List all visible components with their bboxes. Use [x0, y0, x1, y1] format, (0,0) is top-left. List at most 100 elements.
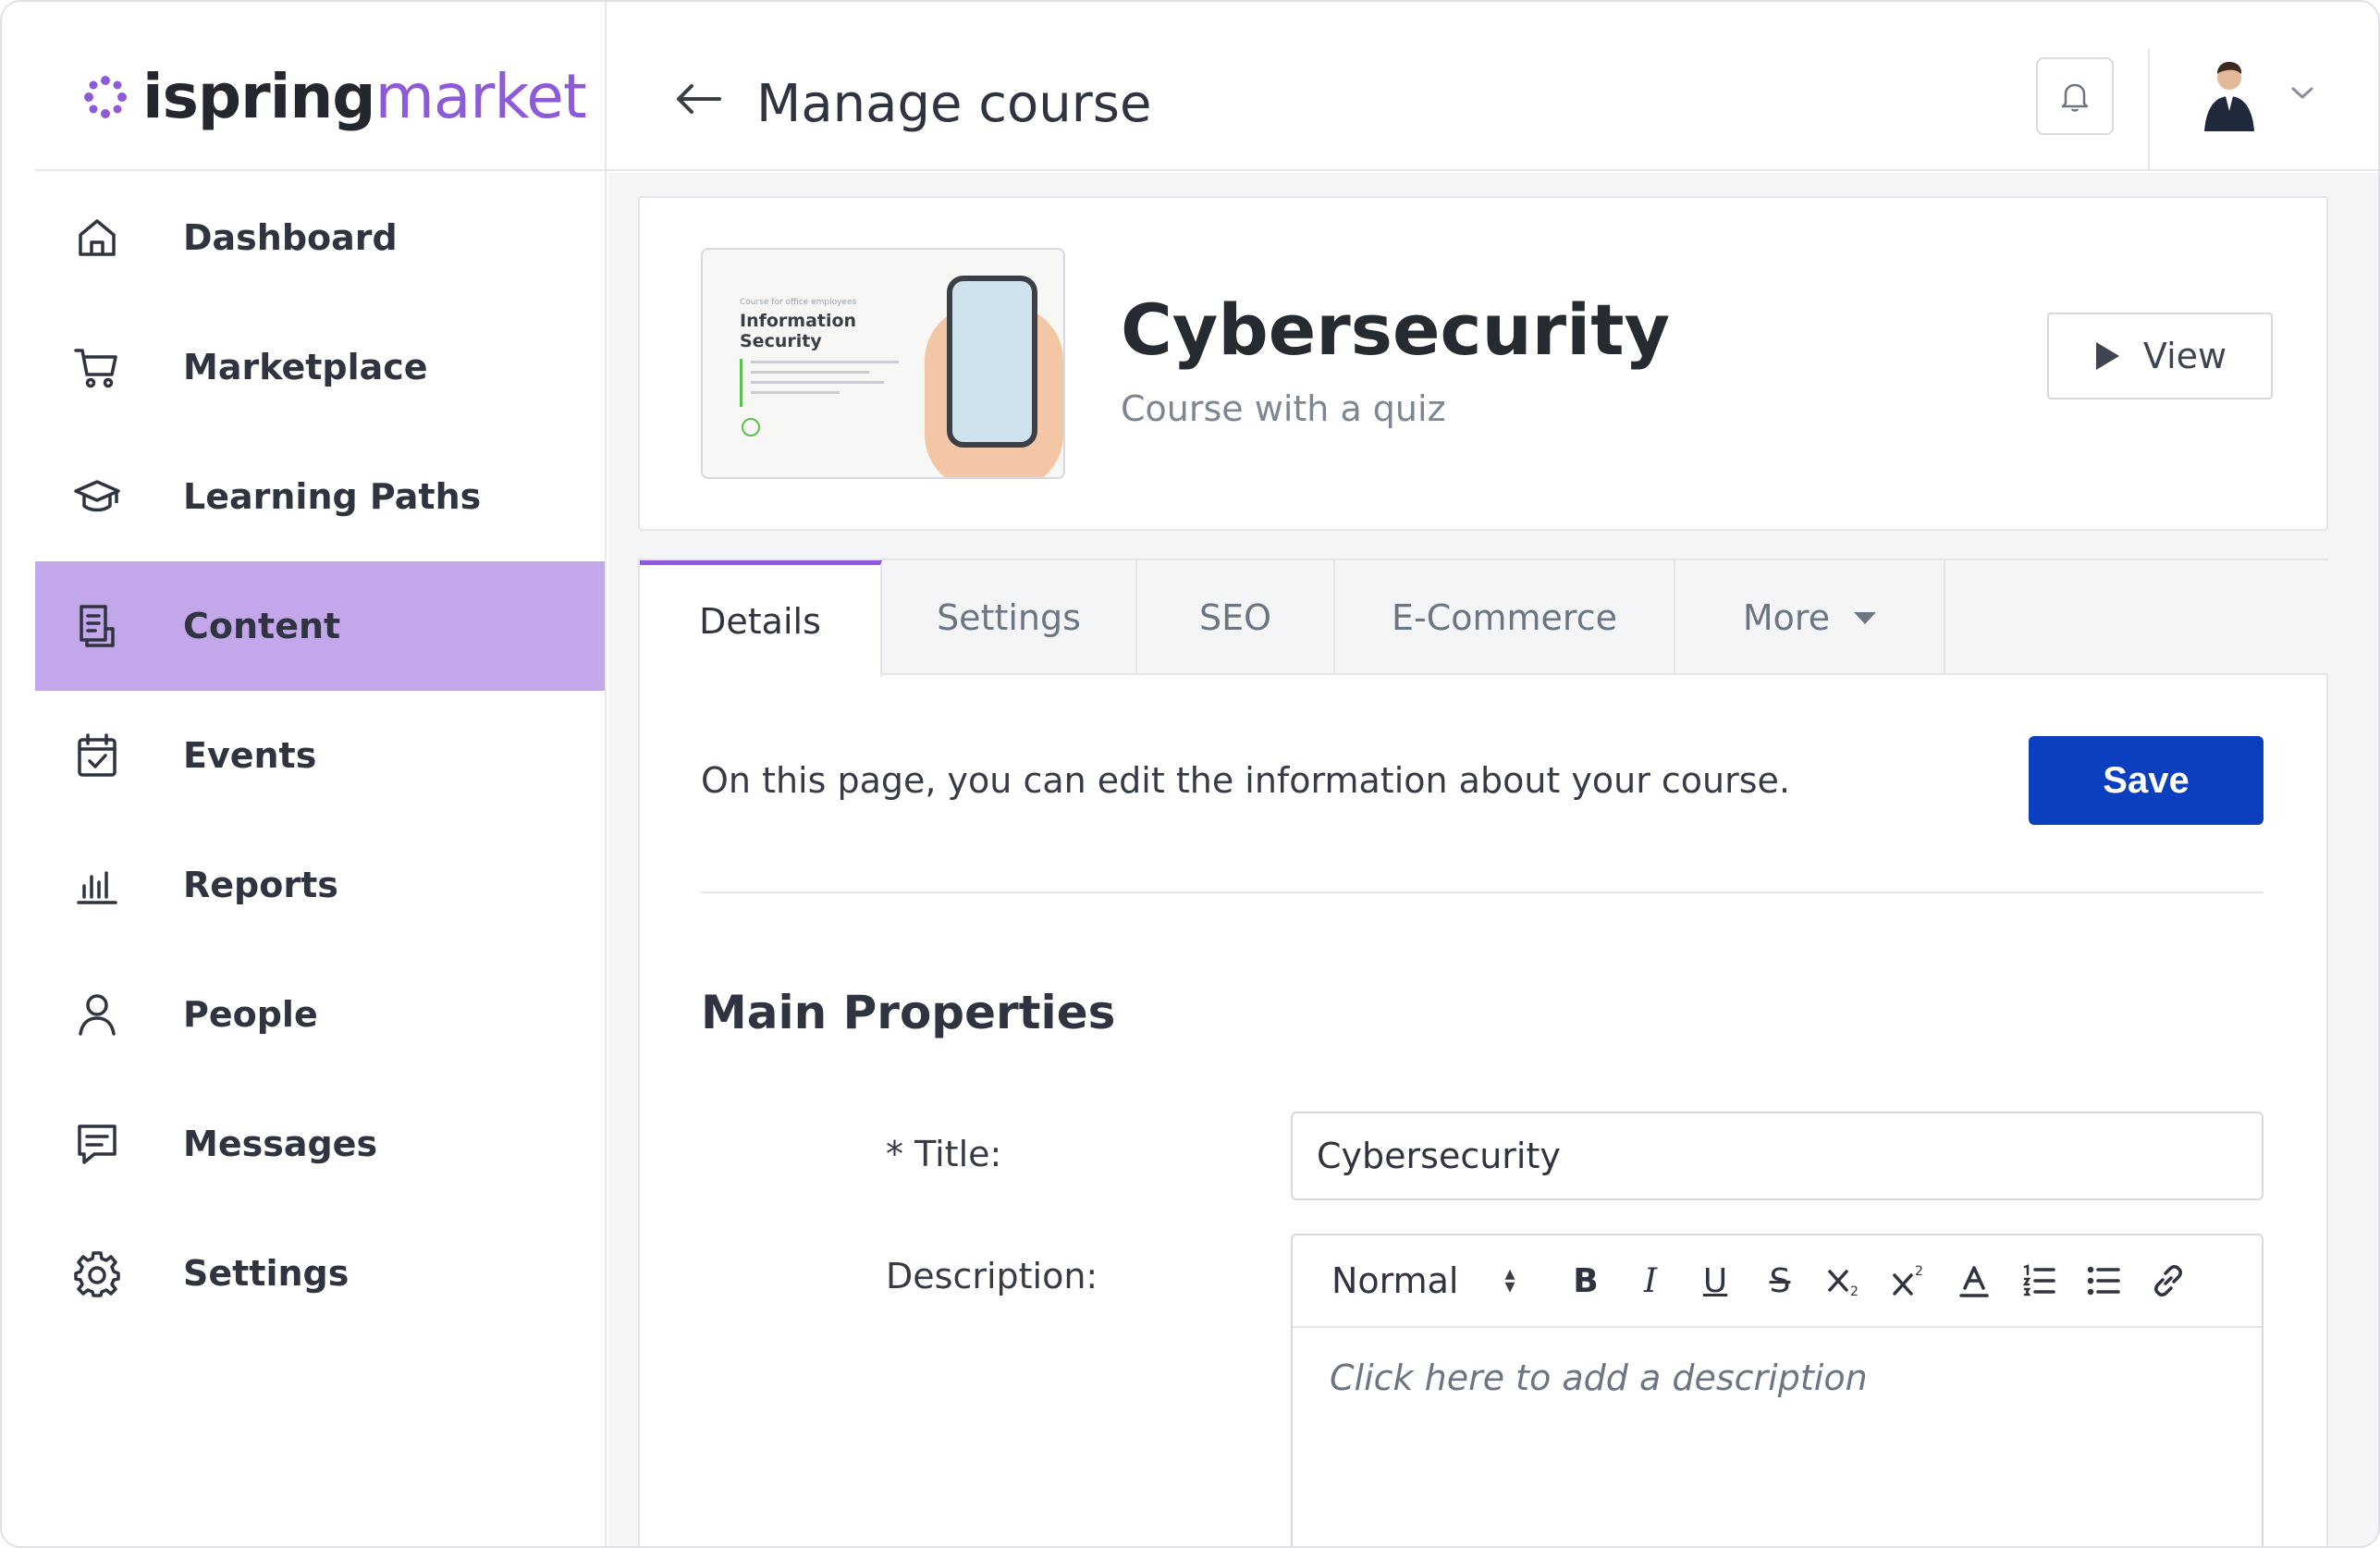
superscript-button[interactable]: 2 [1877, 1253, 1942, 1308]
text-color-button[interactable] [1942, 1253, 2006, 1308]
sidebar-item-label: Dashboard [183, 217, 398, 258]
underline-button[interactable]: U [1683, 1253, 1748, 1308]
tab-label: Settings [937, 597, 1081, 638]
bell-icon [2061, 83, 2089, 112]
sidebar-item-marketplace[interactable]: Marketplace [35, 302, 605, 432]
logo[interactable]: ispringmarket [80, 55, 587, 139]
graduation-cap-icon [72, 472, 122, 522]
sidebar-item-reports[interactable]: Reports [35, 820, 605, 950]
tab-label: Details [699, 600, 821, 642]
text-color-icon [1959, 1266, 1989, 1297]
sidebar-item-settings[interactable]: Settings [35, 1209, 605, 1338]
page-title: Manage course [756, 74, 1152, 134]
sidebar-item-label: Learning Paths [183, 476, 482, 517]
tab-label: More [1742, 597, 1831, 638]
calendar-check-icon [72, 731, 122, 780]
sort-arrows-icon: ▴ ▾ [1504, 1262, 1515, 1298]
italic-icon: I [1643, 1261, 1658, 1300]
caret-down-icon [1854, 611, 1877, 624]
sidebar-item-events[interactable]: Events [35, 691, 605, 820]
details-panel: Details Settings SEO E-Commerce More On … [638, 559, 2328, 1546]
thumbnail-accent [740, 359, 742, 407]
sidebar-item-people[interactable]: People [35, 950, 605, 1079]
gear-icon [72, 1248, 122, 1298]
svg-text:2: 2 [1850, 1284, 1859, 1299]
sidebar-item-content[interactable]: Content [35, 561, 605, 691]
person-icon [72, 989, 122, 1039]
bar-chart-icon [72, 860, 122, 910]
sidebar-item-learning-paths[interactable]: Learning Paths [35, 432, 605, 561]
description-editor: Normal ▴ ▾ B I U S 2 2 Click here to add… [1291, 1234, 2263, 1546]
course-thumbnail[interactable]: Course for office employees Information … [701, 248, 1065, 479]
back-arrow-icon[interactable] [673, 76, 725, 122]
chevron-down-icon [2291, 87, 2313, 99]
bold-icon: B [1573, 1261, 1599, 1300]
title-label: * Title: [886, 1134, 1002, 1174]
ispring-flower-icon [84, 76, 127, 118]
message-icon [72, 1119, 122, 1169]
bullet-list-button[interactable] [2071, 1253, 2136, 1308]
thumbnail-caption: Course for office employees [740, 298, 857, 307]
sidebar-item-dashboard[interactable]: Dashboard [35, 173, 605, 302]
tab-bar: Details Settings SEO E-Commerce More [640, 560, 2328, 677]
link-icon [2154, 1265, 2182, 1296]
tab-details[interactable]: Details [640, 560, 882, 677]
save-button[interactable]: Save [2029, 736, 2263, 825]
ordered-list-icon [2022, 1264, 2055, 1296]
page-intro-text: On this page, you can edit the informati… [701, 760, 1791, 801]
notifications-button[interactable] [2036, 57, 2114, 135]
superscript-icon: 2 [1893, 1264, 1923, 1296]
course-title: Cybersecurity [1121, 289, 1671, 371]
course-subtitle: Course with a quiz [1121, 388, 1446, 429]
play-icon [2095, 342, 2119, 370]
subscript-button[interactable]: 2 [1812, 1253, 1877, 1308]
tab-more[interactable]: More [1675, 560, 1945, 675]
title-input[interactable] [1291, 1112, 2263, 1200]
home-icon [72, 213, 122, 263]
view-button-label: View [2142, 336, 2227, 376]
subscript-icon: 2 [1828, 1270, 1859, 1299]
bullet-list-icon [2087, 1266, 2120, 1296]
sidebar-nav: Dashboard Marketplace Learning Paths Con… [35, 173, 605, 1338]
divider [35, 169, 605, 171]
tab-seo[interactable]: SEO [1137, 560, 1335, 675]
italic-button[interactable]: I [1618, 1253, 1683, 1308]
link-button[interactable] [2136, 1253, 2201, 1308]
sidebar-item-label: Messages [183, 1124, 378, 1164]
play-icon [742, 418, 760, 436]
editor-toolbar: Normal ▴ ▾ B I U S 2 2 [1293, 1235, 2262, 1328]
logo-text-market: market [374, 61, 587, 132]
description-text-area[interactable]: Click here to add a description [1293, 1328, 2262, 1428]
tab-label: E-Commerce [1392, 597, 1617, 638]
sidebar-item-label: Content [183, 606, 341, 646]
divider [2148, 48, 2150, 171]
avatar [2197, 55, 2262, 131]
underline-icon: U [1702, 1261, 1728, 1300]
view-button[interactable]: View [2047, 313, 2273, 399]
section-title: Main Properties [701, 986, 1116, 1039]
divider [701, 891, 2263, 893]
sidebar-item-label: Reports [183, 865, 338, 905]
tab-ecommerce[interactable]: E-Commerce [1335, 560, 1675, 675]
user-menu[interactable] [2197, 55, 2315, 131]
strikethrough-icon: S [1769, 1261, 1791, 1300]
ordered-list-button[interactable] [2006, 1253, 2071, 1308]
bold-button[interactable]: B [1553, 1253, 1618, 1308]
description-label: Description: [886, 1256, 1098, 1296]
sidebar-item-label: Settings [183, 1253, 350, 1294]
strikethrough-button[interactable]: S [1748, 1253, 1812, 1308]
sidebar-item-messages[interactable]: Messages [35, 1079, 605, 1209]
sidebar-item-label: People [183, 994, 318, 1035]
logo-text-ispring: ispring [142, 61, 376, 132]
top-header: Manage course [607, 2, 2378, 171]
format-select[interactable]: Normal ▴ ▾ [1331, 1260, 1553, 1301]
sidebar-item-label: Marketplace [183, 347, 428, 387]
document-icon [72, 601, 122, 651]
phone-illustration [947, 276, 1037, 448]
sidebar-item-label: Events [183, 735, 317, 776]
thumbnail-title: Information Security [740, 311, 857, 351]
sidebar: ispringmarket Dashboard Marketplace Lear… [2, 2, 607, 1546]
tab-label: SEO [1198, 597, 1272, 638]
tab-settings[interactable]: Settings [882, 560, 1137, 675]
app-window: ispringmarket Dashboard Marketplace Lear… [0, 0, 2380, 1548]
